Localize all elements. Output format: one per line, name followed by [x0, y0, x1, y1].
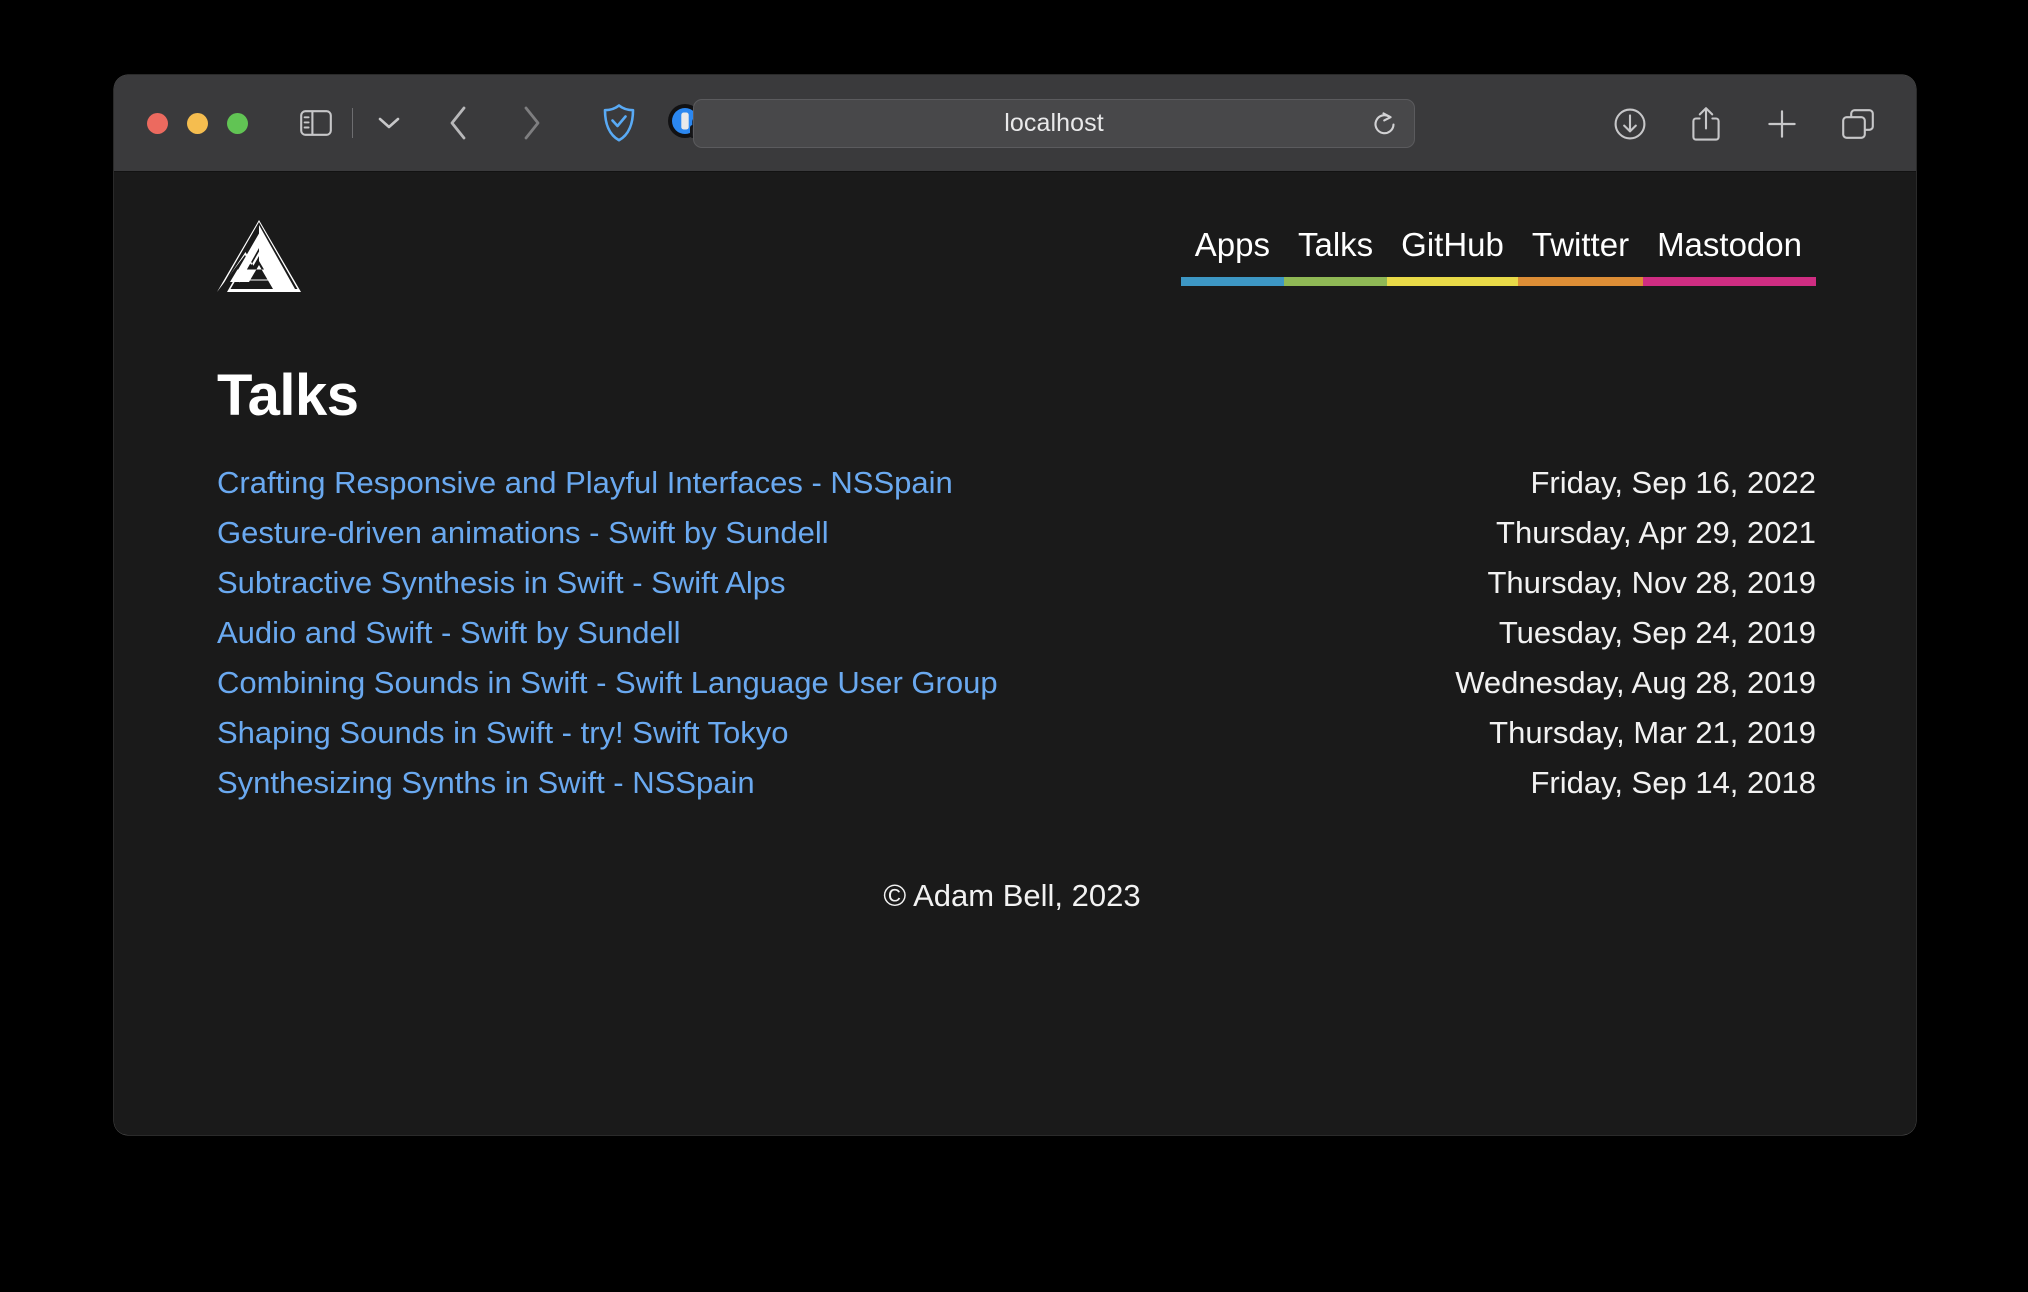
talk-date: Thursday, Mar 21, 2019 — [1489, 715, 1816, 750]
share-icon[interactable] — [1684, 102, 1728, 146]
browser-toolbar: localhost — [114, 75, 1916, 172]
forward-arrow-icon[interactable] — [509, 101, 553, 145]
talk-date: Thursday, Nov 28, 2019 — [1487, 565, 1816, 600]
maximize-window-button[interactable] — [227, 112, 248, 134]
talk-row: Crafting Responsive and Playful Interfac… — [217, 465, 1816, 515]
web-page-content: Apps Talks GitHub Twitter Mastodon Talks… — [114, 172, 1916, 1134]
page-title: Talks — [217, 363, 359, 428]
talk-row: Audio and Swift - Swift by Sundell Tuesd… — [217, 615, 1816, 665]
talk-row: Shaping Sounds in Swift - try! Swift Tok… — [217, 715, 1816, 765]
reload-icon[interactable] — [1370, 109, 1400, 139]
talk-title-link[interactable]: Shaping Sounds in Swift - try! Swift Tok… — [217, 715, 788, 751]
talk-title-link[interactable]: Audio and Swift - Swift by Sundell — [217, 615, 681, 651]
talk-title-link[interactable]: Crafting Responsive and Playful Interfac… — [217, 465, 953, 501]
tab-overview-icon[interactable] — [1836, 102, 1880, 146]
nav-underline-twitter — [1517, 277, 1644, 286]
nav-underline-github — [1387, 277, 1518, 286]
toolbar-right-actions — [1608, 75, 1880, 172]
talks-list: Crafting Responsive and Playful Interfac… — [217, 465, 1816, 815]
site-footer: © Adam Bell, 2023 — [883, 878, 1141, 913]
talk-title-link[interactable]: Gesture-driven animations - Swift by Sun… — [217, 515, 829, 551]
minimize-window-button[interactable] — [187, 112, 208, 134]
talk-row: Gesture-driven animations - Swift by Sun… — [217, 515, 1816, 565]
talk-date: Friday, Sep 14, 2018 — [1530, 765, 1817, 800]
sidebar-controls — [294, 101, 411, 145]
talk-row: Subtractive Synthesis in Swift - Swift A… — [217, 565, 1816, 615]
nav-item-talks[interactable]: Talks — [1284, 226, 1387, 264]
toolbar-divider — [352, 108, 353, 138]
nav-links: Apps Talks GitHub Twitter Mastodon — [1181, 226, 1816, 264]
nav-underline-talks — [1283, 277, 1388, 286]
talk-row: Synthesizing Synths in Swift - NSSpain F… — [217, 765, 1816, 815]
navigation-arrows — [437, 101, 553, 145]
nav-item-apps[interactable]: Apps — [1181, 226, 1284, 264]
talk-title-link[interactable]: Combining Sounds in Swift - Swift Langua… — [217, 665, 998, 701]
triangle-a-logo[interactable] — [217, 220, 301, 292]
address-bar[interactable]: localhost — [693, 99, 1415, 148]
talk-date: Friday, Sep 16, 2022 — [1530, 465, 1817, 500]
window-controls — [147, 112, 248, 134]
nav-item-twitter[interactable]: Twitter — [1518, 226, 1643, 264]
nav-item-github[interactable]: GitHub — [1387, 226, 1518, 264]
site-header: Apps Talks GitHub Twitter Mastodon — [214, 172, 1816, 292]
browser-window: localhost Apps Talks GitHub Twitter Mast… — [114, 75, 1916, 1135]
downloads-icon[interactable] — [1608, 102, 1652, 146]
nav-item-mastodon[interactable]: Mastodon — [1643, 226, 1816, 264]
address-bar-text: localhost — [1004, 109, 1104, 137]
main-content: Talks Crafting Responsive and Playful In… — [214, 362, 1816, 914]
talk-date: Thursday, Apr 29, 2021 — [1496, 515, 1816, 550]
nav-color-underline — [1180, 277, 1816, 286]
talk-title-link[interactable]: Synthesizing Synths in Swift - NSSpain — [217, 765, 755, 801]
site-navigation: Apps Talks GitHub Twitter Mastodon — [1180, 226, 1816, 286]
talk-row: Combining Sounds in Swift - Swift Langua… — [217, 665, 1816, 715]
close-window-button[interactable] — [147, 112, 168, 134]
back-arrow-icon[interactable] — [437, 101, 481, 145]
talk-date: Wednesday, Aug 28, 2019 — [1455, 665, 1816, 700]
privacy-shield-icon[interactable] — [597, 101, 641, 145]
nav-underline-mastodon — [1643, 277, 1816, 286]
chevron-down-icon[interactable] — [367, 101, 411, 145]
nav-underline-apps — [1180, 277, 1284, 286]
new-tab-plus-icon[interactable] — [1760, 102, 1804, 146]
talk-date: Tuesday, Sep 24, 2019 — [1498, 615, 1816, 650]
talk-title-link[interactable]: Subtractive Synthesis in Swift - Swift A… — [217, 565, 786, 601]
sidebar-toggle-button[interactable] — [294, 101, 338, 145]
